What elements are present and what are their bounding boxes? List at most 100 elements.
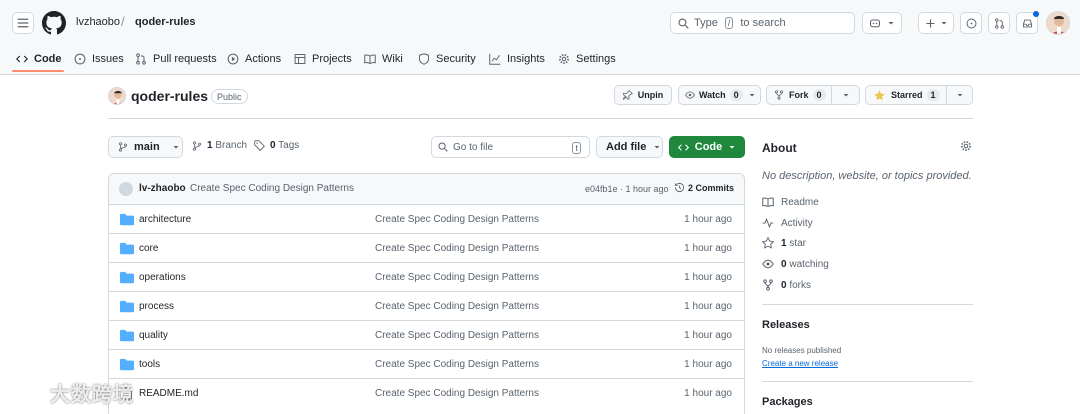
file-name[interactable]: README.md	[139, 388, 198, 399]
starred-button[interactable]: Starred 1	[865, 85, 947, 105]
file-commit-message[interactable]: Create Spec Coding Design Patterns	[375, 214, 539, 225]
inbox-button[interactable]	[1016, 11, 1039, 34]
folder-icon	[120, 300, 134, 313]
inbox-icon	[1022, 19, 1032, 27]
create-new-button[interactable]	[918, 12, 954, 34]
unpin-button[interactable]: Unpin	[614, 85, 672, 105]
file-name[interactable]: quality	[139, 330, 168, 341]
pull-requests-button[interactable]	[988, 12, 1010, 34]
tab-wiki[interactable]: Wiki	[364, 45, 403, 73]
code-dropdown-button[interactable]: Code	[669, 136, 745, 158]
github-logo-icon[interactable]	[42, 11, 66, 35]
forks-link[interactable]: 0 forks	[762, 279, 811, 291]
chevron-down-icon	[173, 146, 179, 149]
tab-settings[interactable]: Settings	[558, 45, 616, 73]
tab-pull-requests[interactable]: Pull requests	[135, 45, 217, 73]
file-row[interactable]: operations Create Spec Coding Design Pat…	[109, 263, 744, 292]
file-commit-message[interactable]: Create Spec Coding Design Patterns	[375, 243, 539, 254]
tab-insights[interactable]: Insights	[489, 45, 545, 73]
copilot-button[interactable]	[862, 12, 902, 34]
file-row[interactable]: architecture Create Spec Coding Design P…	[109, 205, 744, 234]
watch-label: Watch	[699, 90, 726, 100]
stars-label: star	[789, 237, 807, 249]
branches-link[interactable]: 1 Branch	[192, 140, 247, 151]
issues-button[interactable]	[960, 12, 982, 34]
file-commit-message[interactable]: Create Spec Coding Design Patterns	[375, 330, 539, 341]
hamburger-icon	[17, 18, 29, 28]
fork-label: Fork	[789, 90, 809, 100]
tab-label: Actions	[245, 53, 282, 65]
about-description: No description, website, or topics provi…	[762, 170, 972, 182]
stars-link[interactable]: 1 star	[762, 237, 806, 249]
star-dropdown-button[interactable]	[946, 85, 973, 105]
search-input[interactable]: Type / to search	[670, 12, 855, 34]
menu-button[interactable]	[12, 12, 34, 34]
repo-owner-avatar[interactable]	[108, 87, 126, 105]
watermark-icon	[8, 381, 38, 398]
create-release-link[interactable]: Create a new release	[762, 359, 838, 368]
file-name[interactable]: process	[139, 301, 174, 312]
forks-count: 0	[781, 279, 787, 291]
repo-name[interactable]: qoder-rules	[131, 88, 208, 104]
tab-projects[interactable]: Projects	[294, 45, 352, 73]
file-name[interactable]: tools	[139, 359, 160, 370]
tab-issues[interactable]: Issues	[74, 45, 124, 73]
commits-link[interactable]: 2 Commits	[674, 182, 734, 193]
add-file-button[interactable]: Add file	[596, 136, 663, 158]
breadcrumb-separator: /	[121, 14, 125, 29]
pull-request-icon	[136, 53, 146, 65]
chevron-down-icon	[843, 94, 848, 97]
commit-meta[interactable]: e04fb1e · 1 hour ago	[585, 184, 669, 194]
file-row[interactable]: quality Create Spec Coding Design Patter…	[109, 321, 744, 350]
file-row[interactable]: process Create Spec Coding Design Patter…	[109, 292, 744, 321]
file-commit-message[interactable]: Create Spec Coding Design Patterns	[375, 301, 539, 312]
watch-button[interactable]: Watch 0	[678, 85, 761, 105]
file-time: 1 hour ago	[684, 388, 732, 399]
table-icon	[294, 54, 306, 64]
breadcrumb-repo[interactable]: qoder-rules	[135, 16, 196, 28]
file-commit-message[interactable]: Create Spec Coding Design Patterns	[375, 272, 539, 283]
commit-message[interactable]: Create Spec Coding Design Patterns	[190, 183, 354, 194]
commit-author[interactable]: lv-zhaobo	[139, 183, 186, 194]
file-name[interactable]: core	[139, 243, 158, 254]
history-icon	[674, 182, 685, 193]
fork-dropdown-button[interactable]	[831, 85, 860, 105]
tab-label: Wiki	[382, 53, 403, 65]
releases-heading[interactable]: Releases	[762, 319, 810, 331]
packages-heading[interactable]: Packages	[762, 396, 813, 408]
file-name[interactable]: architecture	[139, 214, 191, 225]
file-commit-message[interactable]: Create Spec Coding Design Patterns	[375, 388, 539, 399]
chevron-down-icon	[941, 22, 946, 25]
folder-icon	[120, 358, 134, 371]
file-name[interactable]: operations	[139, 272, 186, 283]
tab-label: Security	[436, 53, 476, 65]
go-to-file-shortcut: t	[572, 142, 581, 154]
graph-icon	[489, 53, 501, 65]
folder-icon	[120, 329, 134, 342]
breadcrumb-owner[interactable]: lvzhaobo	[76, 16, 120, 28]
sidebar-divider	[762, 381, 973, 382]
readme-label: Readme	[781, 196, 819, 208]
tab-security[interactable]: Security	[418, 45, 476, 73]
forks-label: forks	[789, 279, 812, 291]
file-row[interactable]: core Create Spec Coding Design Patterns …	[109, 234, 744, 263]
readme-link[interactable]: Readme	[762, 196, 819, 208]
tags-link[interactable]: 0 Tags	[254, 140, 299, 151]
branches-label: Branch	[215, 140, 248, 151]
fork-button[interactable]: Fork 0	[766, 85, 832, 105]
tab-code[interactable]: Code	[16, 45, 62, 73]
add-file-label: Add file	[606, 141, 647, 153]
file-commit-message[interactable]: Create Spec Coding Design Patterns	[375, 359, 539, 370]
commit-author-avatar[interactable]	[119, 182, 133, 196]
copilot-icon	[869, 19, 881, 28]
branch-selector[interactable]: main	[108, 136, 183, 158]
search-prefix: Type	[694, 17, 718, 29]
gear-icon[interactable]	[960, 140, 972, 152]
file-row[interactable]: README.md Create Spec Coding Design Patt…	[109, 379, 744, 408]
user-avatar[interactable]	[1046, 11, 1070, 35]
tab-actions[interactable]: Actions	[227, 45, 281, 73]
watching-link[interactable]: 0 watching	[762, 258, 829, 270]
go-to-file-input[interactable]: Go to file t	[431, 136, 590, 158]
file-row[interactable]: tools Create Spec Coding Design Patterns…	[109, 350, 744, 379]
activity-link[interactable]: Activity	[762, 217, 813, 229]
